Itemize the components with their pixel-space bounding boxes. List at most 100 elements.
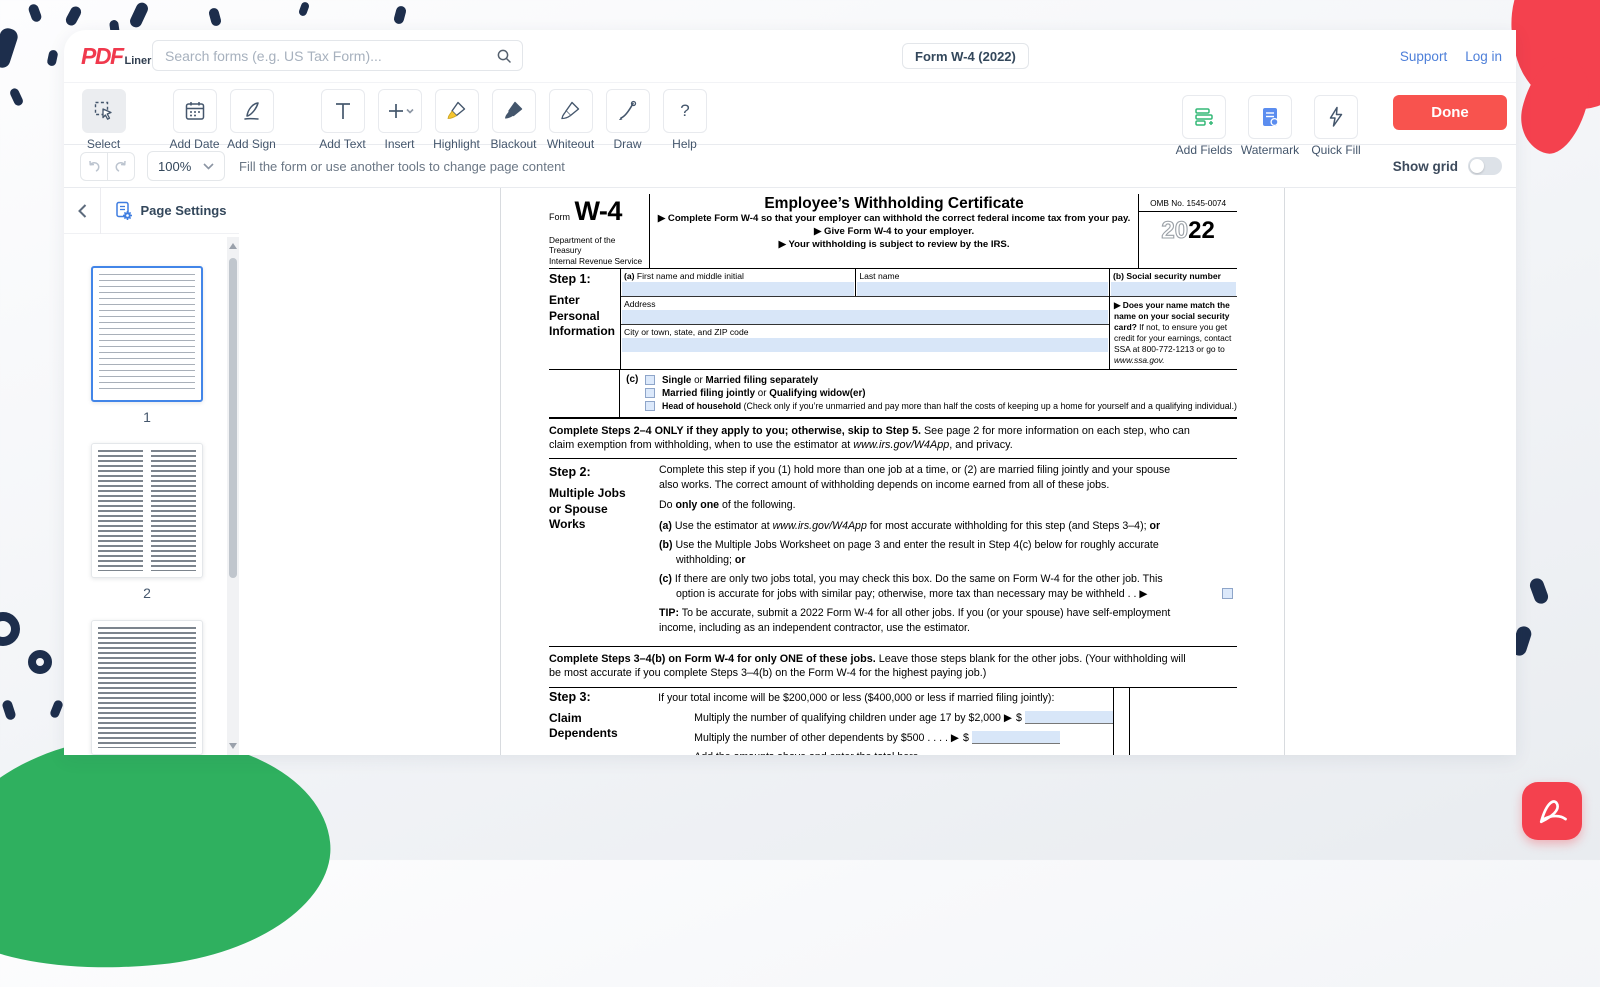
document-page: Form W-4 Department of the Treasury Inte… xyxy=(500,188,1285,755)
form-subtitle-1: ▶ Complete Form W-4 so that your employe… xyxy=(658,213,1130,226)
logo-pdf-text: PDF xyxy=(81,43,123,70)
sidebar-scrollbar[interactable] xyxy=(227,237,239,755)
form-subtitle-2: ▶ Give Form W-4 to your employer. xyxy=(658,226,1130,239)
top-header: PDF Liner Form W-4 (2022) Support Log in xyxy=(64,30,1516,82)
filing-status-head-of-household: Head of household (Check only if you’re … xyxy=(645,401,1237,411)
form-subtitle-3: ▶ Your withholding is subject to review … xyxy=(658,239,1130,252)
svg-text:?: ? xyxy=(680,101,689,120)
steps-3-4b-note: Complete Steps 3–4(b) on Form W-4 for on… xyxy=(549,647,1237,688)
highlight-tool-button[interactable]: Highlight xyxy=(428,83,485,144)
dept-line-1: Department of the Treasury xyxy=(549,235,645,256)
city-field[interactable] xyxy=(622,338,1108,352)
two-jobs-checkbox[interactable] xyxy=(1222,588,1233,599)
chevron-down-icon xyxy=(203,163,214,170)
add-date-tool-button[interactable]: Add Date xyxy=(166,83,223,144)
page-thumbnail-3[interactable] xyxy=(91,620,203,755)
calendar-icon xyxy=(183,99,207,123)
scroll-up-icon[interactable] xyxy=(229,243,237,249)
zoom-value: 100% xyxy=(158,159,191,174)
text-icon xyxy=(331,99,355,123)
page-number-1: 1 xyxy=(91,409,203,425)
page-settings-button[interactable]: Page Settings xyxy=(101,201,239,221)
qualifying-children-amount-field[interactable] xyxy=(1025,711,1113,724)
address-label: Address xyxy=(621,297,1109,310)
step2-option-a: (a) Use the estimator at www.irs.gov/W4A… xyxy=(659,519,1237,534)
scroll-down-icon[interactable] xyxy=(229,743,237,749)
ssa-note: ▶ Does your name match the name on your … xyxy=(1110,297,1237,369)
draw-pen-icon xyxy=(616,99,640,123)
deco-green-blob xyxy=(0,717,341,987)
last-name-field[interactable] xyxy=(857,282,1108,296)
document-title-text: Form W-4 (2022) xyxy=(915,49,1016,64)
search-icon[interactable] xyxy=(496,48,512,64)
zoom-select[interactable]: 100% xyxy=(147,151,225,181)
watermark-tool-button[interactable]: Watermark xyxy=(1237,89,1303,144)
redo-button[interactable] xyxy=(107,152,135,181)
select-tool-button[interactable]: Select xyxy=(75,83,132,144)
watermark-icon xyxy=(1258,105,1282,129)
head-of-household-checkbox[interactable] xyxy=(645,401,655,411)
first-name-field[interactable] xyxy=(622,282,854,296)
support-link[interactable]: Support xyxy=(1400,49,1447,64)
add-fields-icon xyxy=(1192,105,1216,129)
ssn-field[interactable] xyxy=(1111,282,1236,296)
page-thumbnail-2[interactable] xyxy=(91,443,203,578)
undo-button[interactable] xyxy=(80,152,108,181)
draw-tool-button[interactable]: Draw xyxy=(599,83,656,144)
step3-label: Step 3: xyxy=(549,690,658,704)
add-sign-tool-button[interactable]: Add Sign xyxy=(223,83,280,144)
filing-status-single: Single or Married filing separately xyxy=(645,375,1237,386)
step2-option-b: (b) Use the Multiple Jobs Worksheet on p… xyxy=(659,538,1237,567)
content-area: Page Settings 1 2 xyxy=(64,188,1516,755)
pdfliner-logo[interactable]: PDF Liner xyxy=(81,43,151,70)
blackout-tool-button[interactable]: Blackout xyxy=(485,83,542,144)
quick-fill-tool-button[interactable]: Quick Fill xyxy=(1303,89,1369,144)
undo-icon xyxy=(86,158,102,174)
page-1-preview xyxy=(99,274,195,394)
c-marker: (c) xyxy=(620,373,645,413)
show-grid-toggle[interactable] xyxy=(1468,157,1502,175)
search-bar[interactable] xyxy=(152,40,523,71)
page-thumbnail-1[interactable] xyxy=(91,266,203,402)
step3-row-number: 3 xyxy=(1113,688,1130,755)
form-word: Form xyxy=(549,212,570,222)
single-checkbox[interactable] xyxy=(645,375,655,385)
show-grid-label: Show grid xyxy=(1393,159,1458,174)
done-button[interactable]: Done xyxy=(1393,95,1507,130)
collapse-sidebar-button[interactable] xyxy=(64,188,101,234)
help-tool-button[interactable]: ? Help xyxy=(656,83,713,144)
step2-tip: TIP: To be accurate, submit a 2022 Form … xyxy=(659,606,1237,635)
add-text-tool-button[interactable]: Add Text xyxy=(314,83,371,144)
form-name: W-4 xyxy=(574,196,621,226)
city-label: City or town, state, and ZIP code xyxy=(621,325,1109,338)
toggle-knob xyxy=(1470,159,1484,173)
whiteout-tool-button[interactable]: Whiteout xyxy=(542,83,599,144)
blackout-brush-icon xyxy=(502,99,526,123)
insert-tool-button[interactable]: Insert xyxy=(371,83,428,144)
plus-chevron-icon xyxy=(385,99,415,123)
dept-line-2: Internal Revenue Service xyxy=(549,256,645,266)
add-fields-tool-button[interactable]: Add Fields xyxy=(1171,89,1237,144)
first-name-label: (a) First name and middle initial xyxy=(621,269,855,282)
page-settings-label: Page Settings xyxy=(141,203,227,218)
question-mark-icon: ? xyxy=(673,99,697,123)
married-jointly-checkbox[interactable] xyxy=(645,388,655,398)
scrollbar-thumb[interactable] xyxy=(229,258,237,578)
select-cursor-icon xyxy=(92,99,116,123)
other-dependents-amount-field[interactable] xyxy=(972,731,1060,744)
address-field[interactable] xyxy=(622,310,1108,324)
steps-2-4-note: Complete Steps 2–4 ONLY if they apply to… xyxy=(549,419,1237,460)
chevron-left-icon xyxy=(78,204,87,218)
page-number-2: 2 xyxy=(91,585,203,601)
logo-liner-text: Liner xyxy=(125,55,152,67)
step3-intro: If your total income will be $200,000 or… xyxy=(658,692,1113,704)
step1-section: Step 1: Enter Personal Information (a) F… xyxy=(549,269,1237,370)
step2-label: Step 2: xyxy=(549,465,659,479)
step1-label: Step 1: xyxy=(549,272,620,286)
pdf-fab-button[interactable] xyxy=(1522,782,1582,840)
login-link[interactable]: Log in xyxy=(1465,49,1502,64)
editor-hint-text: Fill the form or use another tools to ch… xyxy=(239,159,565,174)
last-name-label: Last name xyxy=(856,269,1109,282)
lightning-icon xyxy=(1324,105,1348,129)
search-input[interactable] xyxy=(163,47,496,65)
